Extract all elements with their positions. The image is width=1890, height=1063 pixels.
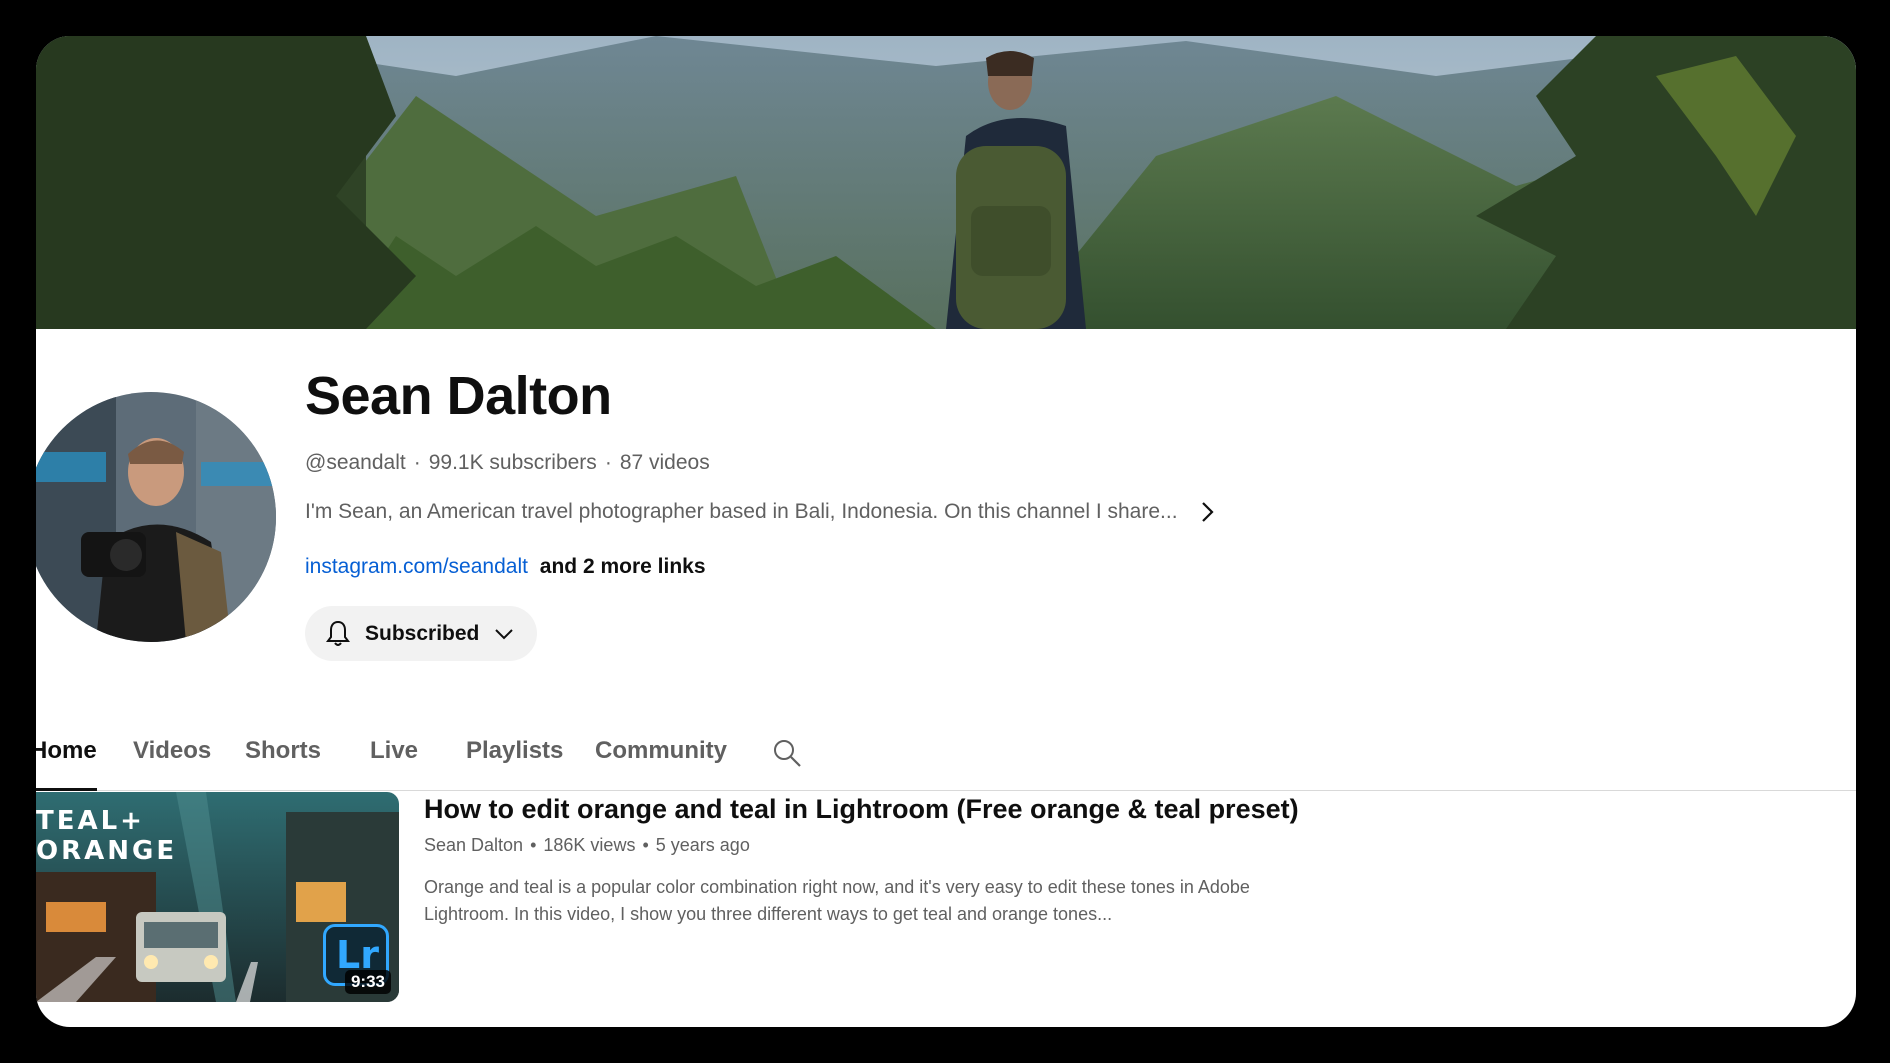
meta-separator: ·: [413, 451, 421, 474]
meta-separator: ·: [604, 451, 612, 474]
featured-video-info: How to edit orange and teal in Lightroom…: [424, 792, 1324, 928]
active-tab-indicator: [36, 788, 97, 791]
channel-info: Sean Dalton @seandalt · 99.1K subscriber…: [305, 366, 1605, 661]
channel-name: Sean Dalton: [305, 366, 612, 426]
video-duration: 9:33: [344, 970, 391, 994]
channel-description: I'm Sean, an American travel photographe…: [305, 500, 1178, 523]
channel-meta: @seandalt · 99.1K subscribers · 87 video…: [305, 450, 1605, 476]
tab-live[interactable]: Live: [370, 736, 418, 766]
video-thumbnail[interactable]: TEAL+ ORANGE Lr 9:33: [36, 792, 399, 1002]
video-age: 5 years ago: [655, 835, 750, 855]
video-count: 87 videos: [619, 451, 710, 474]
subscriber-count: 99.1K subscribers: [428, 451, 597, 474]
banner-image: [36, 36, 1856, 329]
video-title[interactable]: How to edit orange and teal in Lightroom…: [424, 792, 1324, 826]
channel-handle: @seandalt: [305, 451, 406, 474]
tab-community[interactable]: Community: [595, 736, 727, 766]
channel-tabs: Home Videos Shorts Live Playlists Commun…: [36, 716, 1856, 791]
tab-videos[interactable]: Videos: [133, 736, 211, 766]
chevron-down-icon: [493, 623, 515, 645]
video-views: 186K views: [543, 835, 636, 855]
tab-home[interactable]: Home: [36, 736, 97, 766]
avatar-image: [36, 392, 276, 642]
channel-description-row[interactable]: I'm Sean, an American travel photographe…: [305, 499, 1605, 525]
video-description: Orange and teal is a popular color combi…: [424, 877, 1250, 924]
tab-shorts[interactable]: Shorts: [245, 736, 321, 766]
tab-playlists[interactable]: Playlists: [466, 736, 563, 766]
subscribed-label: Subscribed: [365, 621, 480, 645]
meta-separator: •: [530, 835, 537, 855]
instagram-link[interactable]: instagram.com/seandalt: [305, 555, 528, 578]
channel-banner: [36, 36, 1856, 329]
video-meta: Sean Dalton • 186K views • 5 years ago: [424, 834, 1324, 856]
video-author[interactable]: Sean Dalton: [424, 834, 523, 856]
bell-icon: [323, 619, 353, 649]
channel-page: Sean Dalton @seandalt · 99.1K subscriber…: [36, 36, 1856, 1027]
search-icon[interactable]: [772, 738, 802, 768]
chevron-right-icon[interactable]: [1196, 500, 1220, 524]
subscribed-button[interactable]: Subscribed: [305, 606, 538, 661]
more-links-button[interactable]: and 2 more links: [540, 555, 706, 578]
meta-separator: •: [642, 835, 649, 855]
thumbnail-caption-line2: ORANGE: [36, 836, 178, 866]
channel-avatar[interactable]: [36, 392, 276, 642]
thumbnail-caption-line1: TEAL+: [36, 806, 145, 836]
channel-links: instagram.com/seandalt and 2 more links: [305, 554, 1605, 580]
thumbnail-caption: TEAL+ ORANGE: [36, 806, 177, 866]
